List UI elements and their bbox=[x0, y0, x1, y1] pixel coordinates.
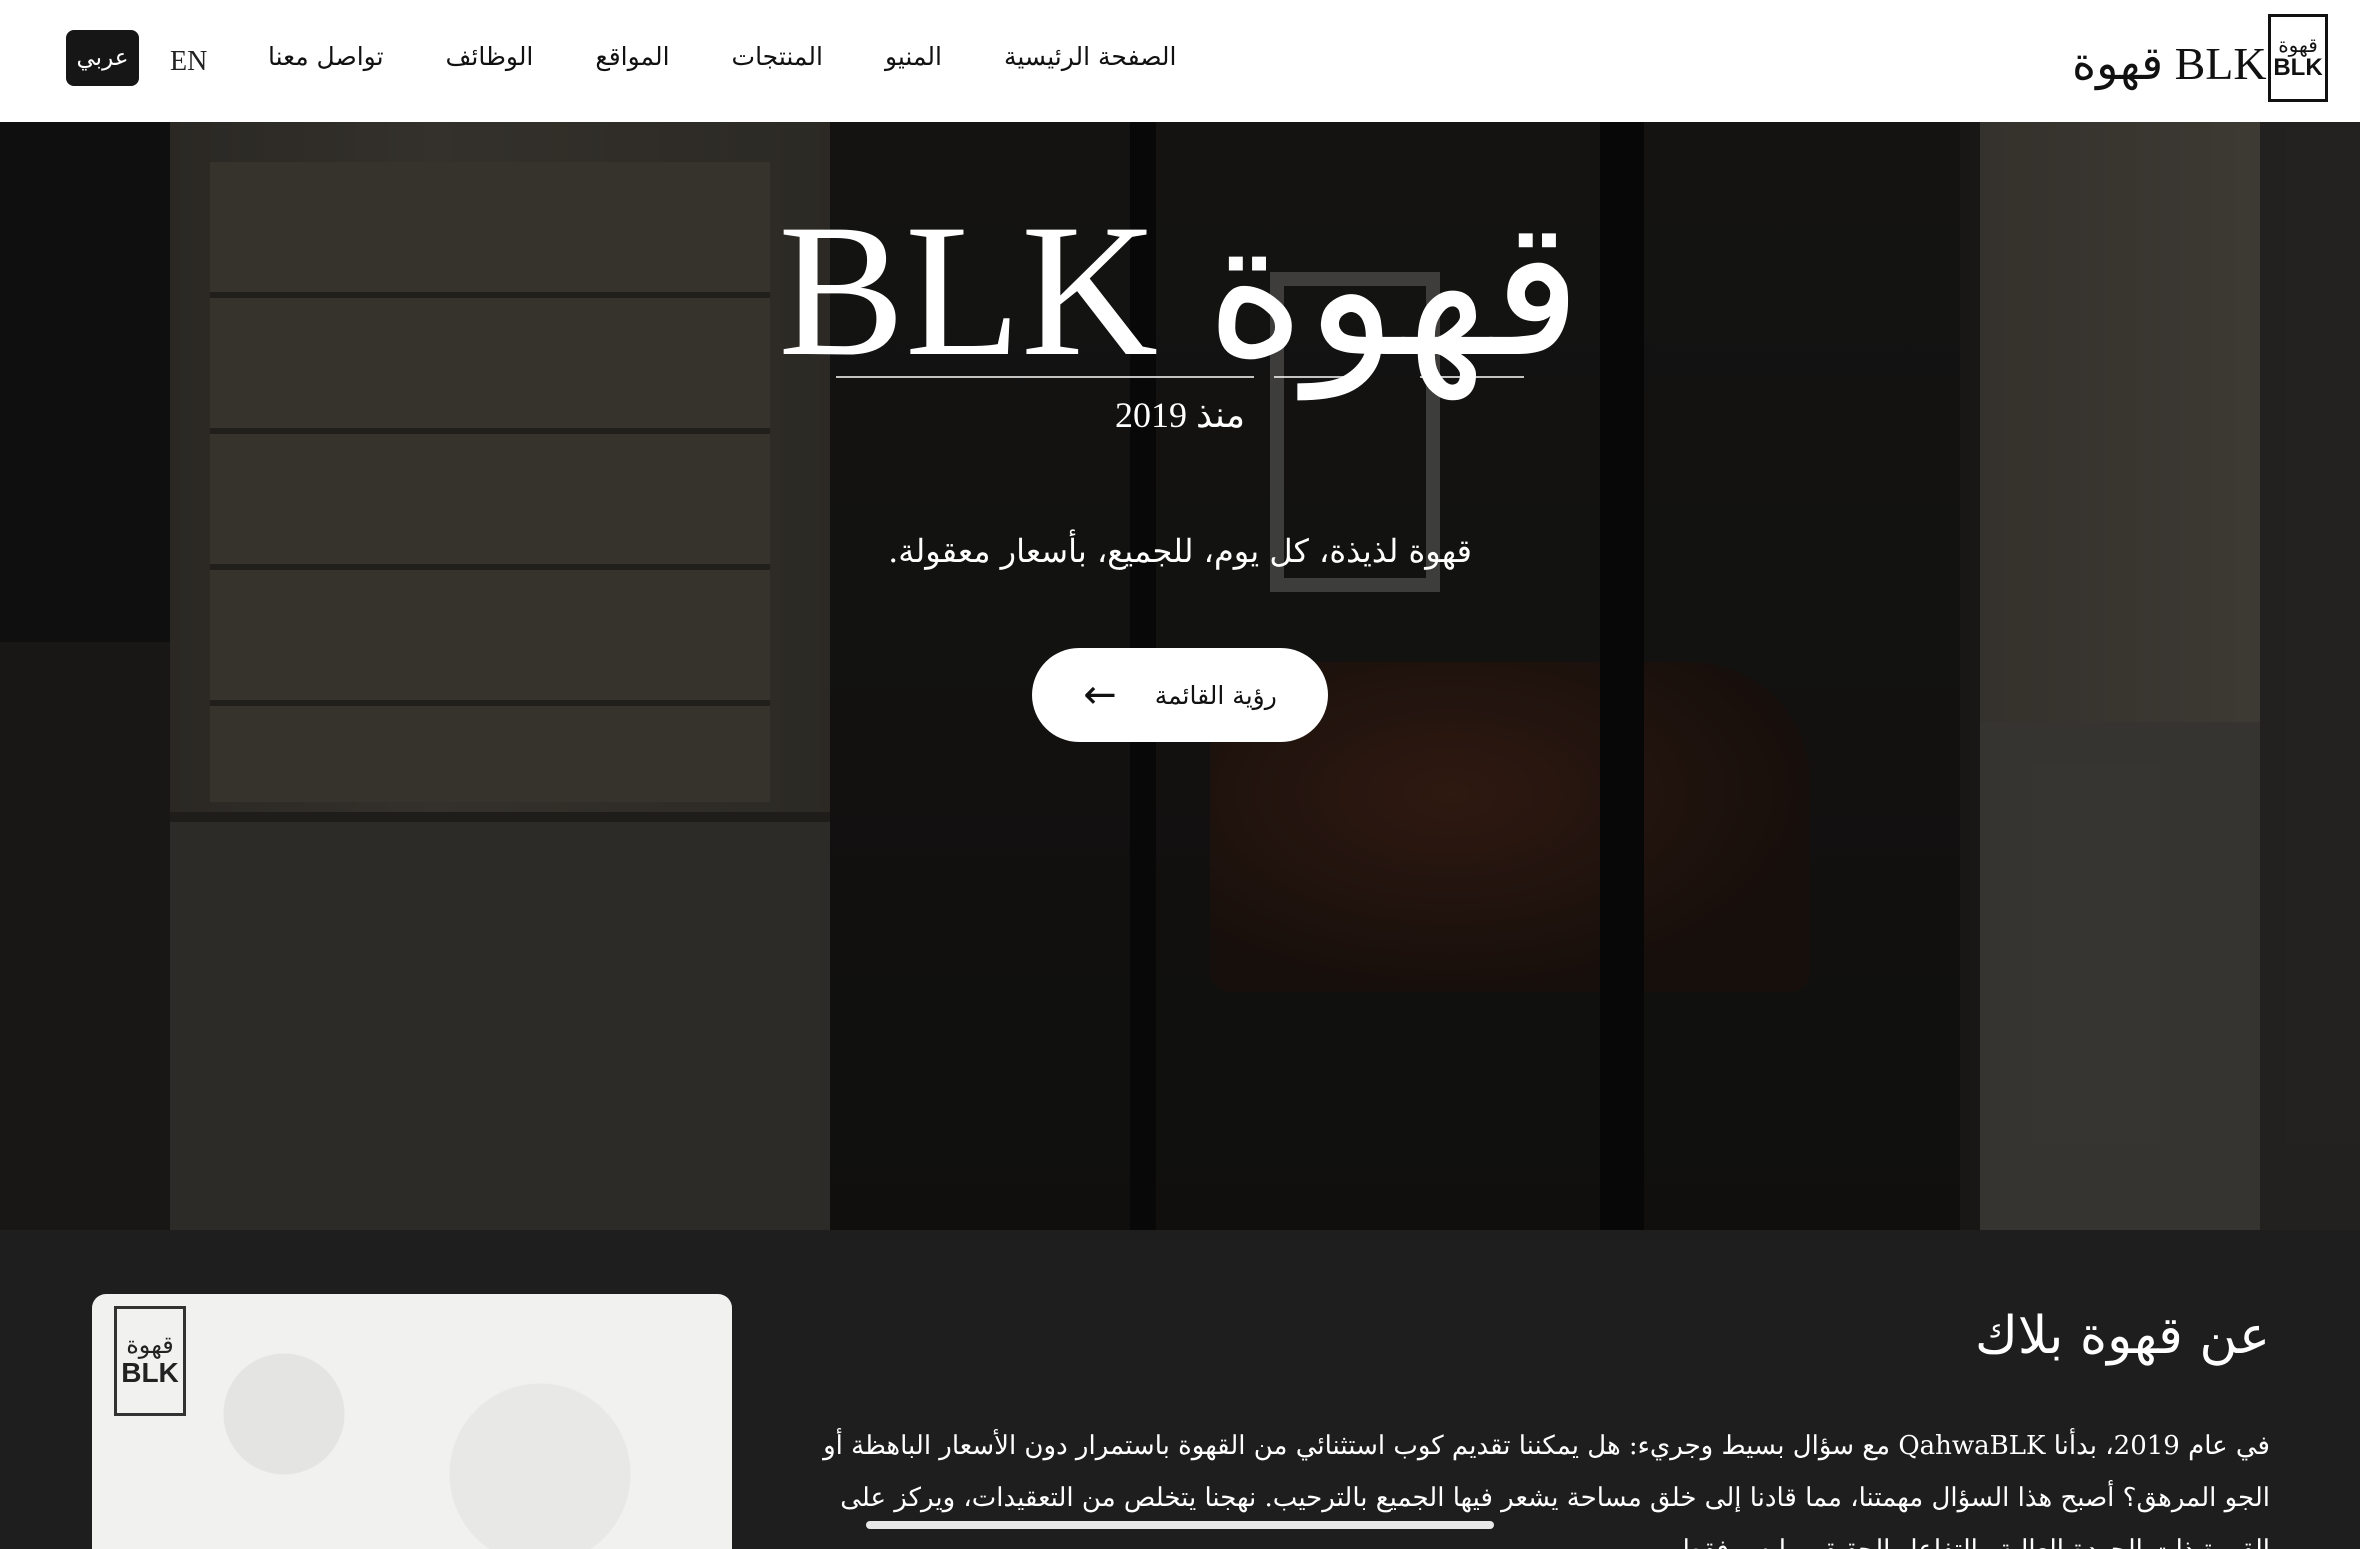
hero-since-year: منذ 2019 bbox=[1114, 395, 1246, 435]
brand-logo-latin: BLK bbox=[2273, 53, 2323, 81]
card-logo-latin: BLK bbox=[121, 1357, 179, 1388]
hero-divider bbox=[1274, 376, 1360, 378]
language-english-button[interactable]: EN bbox=[170, 46, 207, 78]
brand-name[interactable]: قهوة BLK bbox=[2072, 36, 2267, 90]
plaster-texture bbox=[92, 1294, 732, 1549]
nav-link-home[interactable]: الصفحة الرئيسية bbox=[1004, 42, 1177, 71]
top-navbar: عربي EN تواصل معنا الوظائف المواقع المنت… bbox=[0, 0, 2360, 122]
nav-link-contact[interactable]: تواصل معنا bbox=[268, 42, 384, 71]
nav-links: تواصل معنا الوظائف المواقع المنتجات المن… bbox=[268, 42, 1238, 71]
hero-section: قهوة BLK منذ 2019 قهوة لذيذة، كل يوم، لل… bbox=[0, 122, 2360, 1230]
view-menu-button[interactable]: ← رؤية القائمة bbox=[1032, 648, 1328, 742]
about-title: عن قهوة بلاك bbox=[1975, 1306, 2270, 1366]
brand-logo[interactable]: قهوة BLK bbox=[2268, 14, 2328, 102]
hero-tagline: قهوة لذيذة، كل يوم، للجميع، بأسعار معقول… bbox=[888, 532, 1472, 570]
about-section: قهوة BLK عن قهوة بلاك في عام 2019، بدأنا… bbox=[0, 1230, 2360, 1549]
card-logo: قهوة BLK bbox=[114, 1306, 186, 1416]
card-logo-arabic: قهوة bbox=[126, 1331, 174, 1359]
about-image-card: قهوة BLK bbox=[92, 1294, 732, 1549]
horizontal-scrollbar[interactable] bbox=[866, 1521, 1494, 1529]
hero-divider bbox=[836, 376, 1254, 378]
hero-divider bbox=[1420, 376, 1524, 378]
nav-link-products[interactable]: المنتجات bbox=[732, 42, 823, 71]
arrow-left-icon: ← bbox=[1083, 672, 1117, 718]
hero-title: قهوة BLK bbox=[778, 186, 1582, 396]
brand-logo-arabic: قهوة bbox=[2278, 32, 2318, 57]
nav-link-menu[interactable]: المنيو bbox=[885, 42, 942, 71]
nav-link-locations[interactable]: المواقع bbox=[595, 42, 669, 71]
language-arabic-button[interactable]: عربي bbox=[66, 30, 139, 86]
about-paragraph: في عام 2019، بدأنا QahwaBLK مع سؤال بسيط… bbox=[823, 1431, 2270, 1549]
hero-content: قهوة BLK منذ 2019 قهوة لذيذة، كل يوم، لل… bbox=[0, 122, 2360, 1230]
nav-link-careers[interactable]: الوظائف bbox=[446, 42, 534, 71]
view-menu-label: رؤية القائمة bbox=[1154, 680, 1277, 710]
